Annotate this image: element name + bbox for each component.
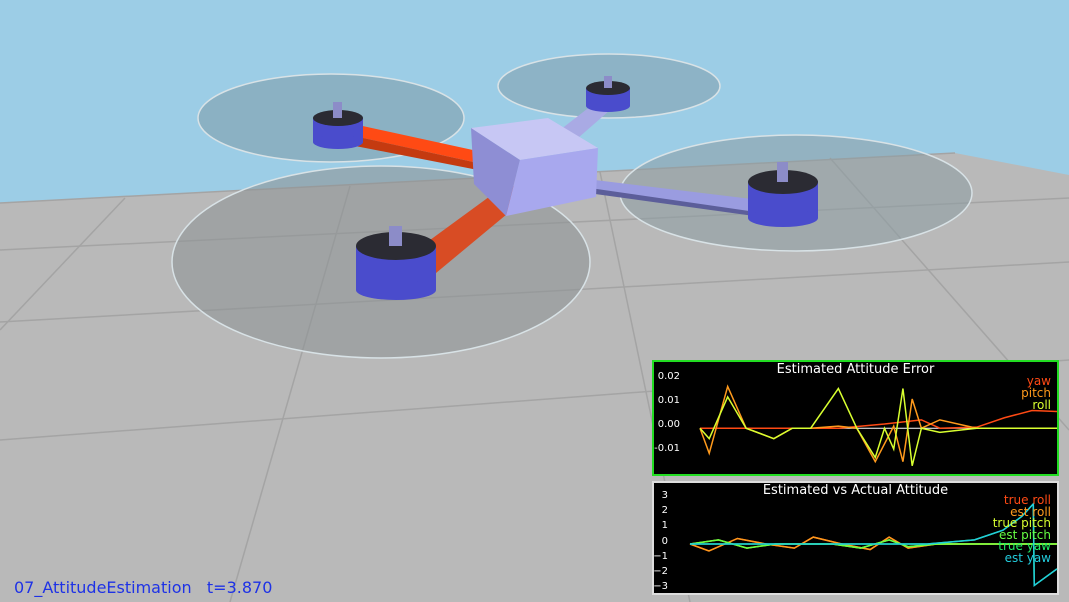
y-tick-label: 0	[661, 535, 668, 547]
y-tick-label: 3	[661, 490, 668, 501]
plot-title: Estimated Attitude Error	[776, 362, 935, 377]
y-tick-label: 0.02	[657, 371, 680, 382]
legend-item-est-yaw: est yaw	[1004, 550, 1051, 565]
legend-item-roll: roll	[1032, 398, 1051, 412]
y-tick-label: 0.01	[657, 395, 680, 406]
plot-title: Estimated vs Actual Attitude	[762, 483, 949, 498]
status-bar: 07_AttitudeEstimation t=3.870	[14, 578, 272, 597]
attitude-compare-plot: Estimated vs Actual Attitude 3 2 1 0 −1 −2 −3 …	[652, 481, 1059, 595]
y-tick-label: −1	[653, 550, 668, 562]
y-tick-label: -0.01	[654, 443, 680, 454]
y-tick-label: −3	[653, 581, 668, 593]
y-tick-label: 2	[661, 505, 668, 517]
y-tick-label: 0.00	[657, 419, 680, 430]
motor-front-left	[356, 226, 436, 300]
scenario-name: 07_AttitudeEstimation	[14, 578, 192, 597]
attitude-error-plot: Estimated Attitude Error 0.02 0.01 0.00 -0.…	[652, 360, 1059, 476]
sim-time: t=3.870	[206, 578, 273, 597]
attitude-error-plot-canvas	[699, 384, 1058, 467]
y-tick-label: −2	[653, 566, 668, 577]
y-tick-label: 1	[661, 520, 668, 532]
series-yaw-line	[700, 409, 1058, 429]
